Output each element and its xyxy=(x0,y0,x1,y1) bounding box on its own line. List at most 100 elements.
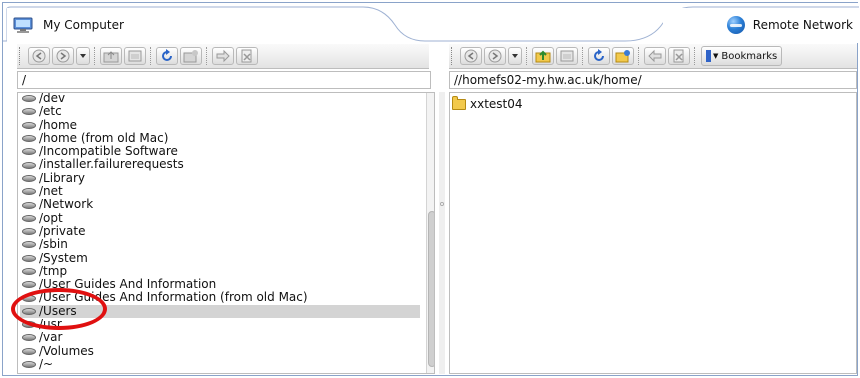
list-item[interactable]: /etc xyxy=(20,104,420,119)
upload-button[interactable] xyxy=(212,47,234,65)
list-item[interactable]: /opt xyxy=(20,211,420,225)
list-item[interactable]: /Library xyxy=(20,170,420,185)
list-item-label: /private xyxy=(39,223,86,238)
drive-icon xyxy=(22,108,36,116)
delete-file-icon xyxy=(673,49,684,63)
list-item[interactable]: xxtest04 xyxy=(450,95,523,111)
bookmark-icon xyxy=(706,50,711,62)
remote-file-list[interactable]: xxtest04 xyxy=(449,92,857,374)
refresh-button[interactable] xyxy=(156,47,178,65)
list-item-label: /usr xyxy=(39,317,62,332)
drive-icon xyxy=(22,268,36,275)
drive-icon xyxy=(22,121,36,129)
list-item[interactable]: /User Guides And Information (from old M… xyxy=(20,291,420,304)
file-transfer-window: My Computer Remote Network ▼ Bookmarks /… xyxy=(2,2,859,376)
drive-icon xyxy=(22,148,36,156)
list-item[interactable]: /User Guides And Information xyxy=(20,277,420,291)
window-icon xyxy=(560,50,574,62)
list-item-label: /dev xyxy=(39,92,66,105)
list-item-label: /home xyxy=(39,117,78,132)
list-item[interactable]: /net xyxy=(20,184,420,199)
local-path-field[interactable]: / xyxy=(17,71,431,89)
list-item-label: /System xyxy=(39,250,88,265)
globe-icon xyxy=(726,16,745,34)
download-button[interactable] xyxy=(644,47,666,65)
list-item[interactable]: /var xyxy=(20,331,420,344)
delete-button[interactable] xyxy=(236,47,258,65)
forward-button[interactable] xyxy=(52,47,74,65)
list-item-label: /net xyxy=(39,184,63,199)
parent-folder-icon xyxy=(535,50,551,63)
forward-arrow-icon xyxy=(488,49,502,63)
new-folder-button[interactable] xyxy=(180,47,202,65)
tab-remote-network[interactable]: Remote Network xyxy=(663,8,859,42)
toolbar-separator xyxy=(638,47,640,65)
drive-icon xyxy=(22,95,36,103)
remote-path-field[interactable]: //homefs02-my.hw.ac.uk/home/ xyxy=(449,71,857,89)
history-dropdown-button[interactable] xyxy=(76,47,90,65)
list-item[interactable]: /private xyxy=(20,223,420,238)
list-item[interactable]: /dev xyxy=(20,92,420,105)
drive-icon xyxy=(22,281,36,289)
tab-my-computer[interactable]: My Computer xyxy=(7,8,257,42)
remote-toolbar: ▼ Bookmarks xyxy=(449,44,857,69)
parent-folder-icon xyxy=(103,51,119,63)
remote-delete-button[interactable] xyxy=(668,47,690,65)
local-list: /dev/etc/home/home (from old Mac)/Incomp… xyxy=(20,92,420,371)
scrollbar-thumb[interactable] xyxy=(428,211,434,367)
list-item[interactable]: /tmp xyxy=(20,263,420,278)
list-item[interactable]: /Network xyxy=(20,198,420,211)
toolbar-separator xyxy=(582,47,584,65)
remote-forward-button[interactable] xyxy=(484,47,506,65)
local-file-list[interactable]: /dev/etc/home/home (from old Mac)/Incomp… xyxy=(17,92,435,374)
list-item-label: /tmp xyxy=(39,263,68,278)
tab-strip: My Computer Remote Network xyxy=(3,3,859,43)
splitter-handle[interactable] xyxy=(440,202,444,206)
list-item-label: /Volumes xyxy=(39,343,94,358)
drive-icon xyxy=(22,307,36,315)
list-item-label: /~ xyxy=(39,356,54,371)
dropdown-arrow-icon xyxy=(80,54,86,58)
local-scrollbar[interactable] xyxy=(426,93,434,373)
remote-root-folder-button[interactable] xyxy=(556,47,578,65)
list-item-label: /Library xyxy=(39,170,86,185)
list-item-label: /etc xyxy=(39,104,62,119)
parent-folder-button[interactable] xyxy=(100,47,122,65)
toolbar-grip[interactable] xyxy=(19,47,23,65)
remote-parent-folder-button[interactable] xyxy=(532,47,554,65)
computer-icon xyxy=(13,17,33,33)
drive-icon xyxy=(22,174,36,182)
list-item-label: /sbin xyxy=(39,237,68,252)
list-item-label: /Network xyxy=(39,197,94,212)
list-item[interactable]: /home xyxy=(20,117,420,132)
list-item-label: /home (from old Mac) xyxy=(39,130,169,145)
list-item[interactable]: /Users xyxy=(20,304,420,319)
toolbar-grip[interactable] xyxy=(451,47,455,65)
pane-splitter[interactable] xyxy=(439,92,445,374)
tab-label-local: My Computer xyxy=(43,18,124,32)
remote-new-folder-button[interactable] xyxy=(612,47,634,65)
back-button[interactable] xyxy=(28,47,50,65)
toolbar-separator xyxy=(206,47,208,65)
new-folder-icon xyxy=(615,50,630,63)
drive-icon xyxy=(22,201,36,209)
list-item[interactable]: /home (from old Mac) xyxy=(20,130,420,145)
remote-history-dropdown-button[interactable] xyxy=(508,47,522,65)
drive-icon xyxy=(22,188,36,196)
list-item[interactable]: /usr xyxy=(20,317,420,332)
list-item[interactable]: /installer.failurerequests xyxy=(20,158,420,171)
drive-icon xyxy=(22,214,36,222)
list-item[interactable]: /Incompatible Software xyxy=(20,144,420,159)
list-item[interactable]: /~ xyxy=(20,356,420,371)
list-item[interactable]: /sbin xyxy=(20,237,420,252)
list-item[interactable]: /System xyxy=(20,250,420,265)
remote-back-button[interactable] xyxy=(460,47,482,65)
list-item-label: /Incompatible Software xyxy=(39,144,178,159)
bookmarks-button[interactable]: ▼ Bookmarks xyxy=(701,46,783,66)
toolbar-separator xyxy=(150,47,152,65)
tab-label-remote: Remote Network xyxy=(752,18,853,32)
list-item[interactable]: /Volumes xyxy=(20,343,420,358)
root-folder-button[interactable] xyxy=(124,47,146,65)
remote-refresh-button[interactable] xyxy=(588,47,610,65)
bookmarks-label: Bookmarks xyxy=(721,50,778,62)
